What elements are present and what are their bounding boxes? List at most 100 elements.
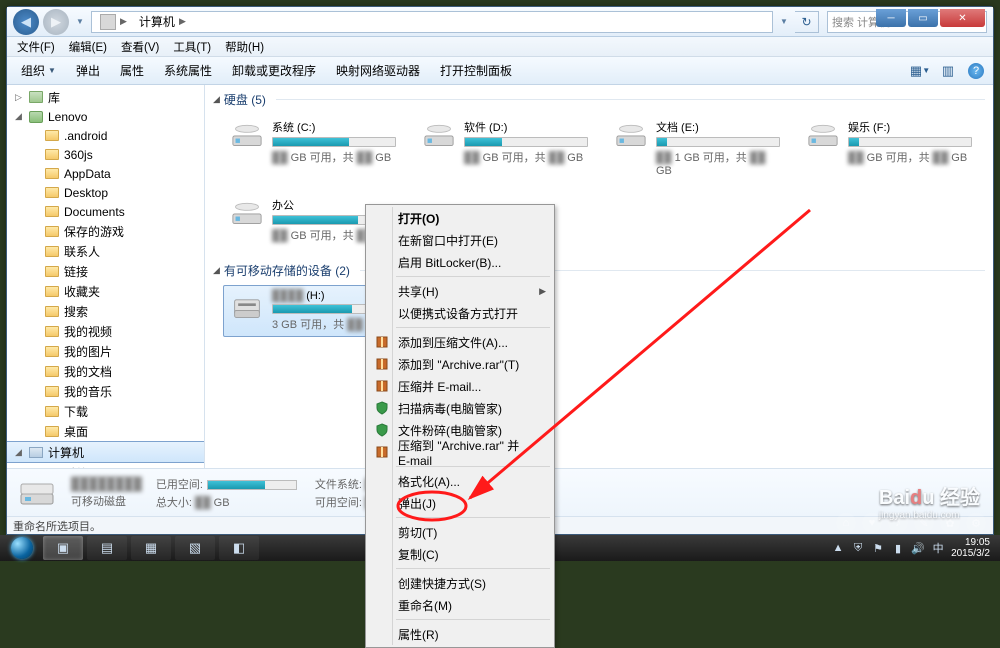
- tree-libraries[interactable]: 库: [48, 89, 60, 106]
- tree-node[interactable]: 我的文档: [7, 361, 204, 381]
- nav-tree[interactable]: ▷库 ◢Lenovo .android360jsAppDataDesktopDo…: [7, 85, 205, 468]
- tray-ime-icon[interactable]: 中: [931, 541, 945, 555]
- taskbar-item[interactable]: ▣: [43, 536, 83, 560]
- folder-icon: [45, 286, 59, 297]
- folder-icon: [45, 426, 59, 437]
- tray-network-icon[interactable]: ▮: [891, 541, 905, 555]
- breadcrumb[interactable]: ▶ 计算机 ▶: [91, 11, 773, 33]
- folder-icon: [45, 149, 59, 160]
- tree-node[interactable]: 我的视频: [7, 321, 204, 341]
- folder-icon: [45, 206, 59, 217]
- folder-icon: [45, 306, 59, 317]
- sysprops-button[interactable]: 系统属性: [156, 59, 220, 82]
- context-menu-item[interactable]: 属性(R): [368, 623, 552, 645]
- context-menu-item[interactable]: 扫描病毒(电脑管家): [368, 397, 552, 419]
- organize-button[interactable]: 组织▼: [13, 59, 64, 82]
- context-menu-item[interactable]: 以便携式设备方式打开: [368, 302, 552, 324]
- close-button[interactable]: ✕: [940, 9, 985, 27]
- folder-icon: [45, 386, 59, 397]
- tree-node[interactable]: AppData: [7, 164, 204, 183]
- tree-node[interactable]: 联系人: [7, 241, 204, 261]
- breadcrumb-dropdown[interactable]: ▼: [777, 12, 791, 32]
- start-button[interactable]: [4, 535, 40, 561]
- tray-volume-icon[interactable]: 🔊: [911, 541, 925, 555]
- history-dropdown[interactable]: ▼: [73, 12, 87, 32]
- context-menu-item[interactable]: 添加到压缩文件(A)...: [368, 331, 552, 353]
- tree-node[interactable]: 链接: [7, 261, 204, 281]
- menu-tools[interactable]: 工具(T): [167, 37, 217, 57]
- folder-icon: [45, 406, 59, 417]
- context-menu-item[interactable]: 共享(H)▶: [368, 280, 552, 302]
- tree-node[interactable]: 收藏夹: [7, 281, 204, 301]
- maximize-button[interactable]: ▭: [908, 9, 938, 27]
- menu-view[interactable]: 查看(V): [115, 37, 165, 57]
- drive-icon: [420, 119, 458, 151]
- context-menu-item[interactable]: 启用 BitLocker(B)...: [368, 251, 552, 273]
- folder-icon: [45, 187, 59, 198]
- group-hdd[interactable]: ◢硬盘 (5): [205, 85, 993, 112]
- system-tray: ▲ ⛨ ⚑ ▮ 🔊 中 19:052015/3/2: [831, 537, 996, 559]
- tree-lenovo[interactable]: Lenovo: [48, 110, 87, 124]
- tray-shield-icon[interactable]: ⛨: [851, 541, 865, 555]
- menu-help[interactable]: 帮助(H): [219, 37, 270, 57]
- preview-pane-button[interactable]: ▥: [937, 60, 959, 82]
- menu-edit[interactable]: 编辑(E): [63, 37, 113, 57]
- tray-flag-icon[interactable]: ⚑: [871, 541, 885, 555]
- tray-up-icon[interactable]: ▲: [831, 541, 845, 555]
- ctrlpanel-button[interactable]: 打开控制面板: [432, 59, 520, 82]
- tree-node[interactable]: 桌面: [7, 421, 204, 441]
- back-button[interactable]: ◀: [13, 9, 39, 35]
- properties-button[interactable]: 属性: [112, 59, 152, 82]
- tree-node[interactable]: Desktop: [7, 183, 204, 202]
- group-removable[interactable]: ◢有可移动存储的设备 (2): [205, 256, 993, 283]
- view-mode-button[interactable]: ▦▼: [909, 60, 931, 82]
- eject-button[interactable]: 弹出: [68, 59, 108, 82]
- context-menu-item[interactable]: 压缩到 "Archive.rar" 并 E-mail: [368, 441, 552, 463]
- drive-item[interactable]: 软件 (D:)██ GB 可用，共 ██ GB: [415, 114, 593, 182]
- context-menu-item[interactable]: 在新窗口中打开(E): [368, 229, 552, 251]
- minimize-button[interactable]: ─: [876, 9, 906, 27]
- drive-item[interactable]: 系统 (C:)██ GB 可用，共 ██ GB: [223, 114, 401, 182]
- mapdrive-button[interactable]: 映射网络驱动器: [328, 59, 428, 82]
- taskbar-item[interactable]: ◧: [219, 536, 259, 560]
- tree-computer[interactable]: 计算机: [48, 444, 84, 461]
- context-menu-item[interactable]: 添加到 "Archive.rar"(T): [368, 353, 552, 375]
- archive-icon: [374, 356, 390, 372]
- context-menu-item[interactable]: 重命名(M): [368, 594, 552, 616]
- tree-node[interactable]: 保存的游戏: [7, 221, 204, 241]
- context-menu-item[interactable]: 复制(C): [368, 543, 552, 565]
- context-menu-item[interactable]: 格式化(A)...: [368, 470, 552, 492]
- tree-node[interactable]: .android: [7, 126, 204, 145]
- taskbar-item[interactable]: ▤: [87, 536, 127, 560]
- refresh-button[interactable]: ↻: [795, 11, 819, 33]
- shield-icon: [374, 422, 390, 438]
- context-menu-item[interactable]: 创建快捷方式(S): [368, 572, 552, 594]
- forward-button[interactable]: ▶: [43, 9, 69, 35]
- window-controls: ─ ▭ ✕: [876, 9, 985, 27]
- help-button[interactable]: ?: [965, 60, 987, 82]
- user-icon: [29, 111, 43, 123]
- tree-node[interactable]: 搜索: [7, 301, 204, 321]
- drive-icon: [228, 197, 266, 229]
- tree-node[interactable]: 下载: [7, 401, 204, 421]
- drive-item[interactable]: 文档 (E:)██ 1 GB 可用，共 ██ GB: [607, 114, 785, 182]
- drive-item[interactable]: 娱乐 (F:)██ GB 可用，共 ██ GB: [799, 114, 977, 182]
- menu-file[interactable]: 文件(F): [11, 37, 61, 57]
- context-menu-item[interactable]: 打开(O): [368, 207, 552, 229]
- context-menu-item[interactable]: 剪切(T): [368, 521, 552, 543]
- tree-node[interactable]: 360js: [7, 145, 204, 164]
- drive-icon: [612, 119, 650, 151]
- taskbar-item[interactable]: ▦: [131, 536, 171, 560]
- context-menu-item[interactable]: 压缩并 E-mail...: [368, 375, 552, 397]
- tree-node[interactable]: Documents: [7, 202, 204, 221]
- taskbar-item[interactable]: ▧: [175, 536, 215, 560]
- breadcrumb-computer[interactable]: 计算机: [139, 13, 175, 30]
- clock[interactable]: 19:052015/3/2: [951, 537, 990, 559]
- context-menu[interactable]: 打开(O)在新窗口中打开(E)启用 BitLocker(B)... 共享(H)▶以…: [365, 204, 555, 648]
- folder-icon: [45, 168, 59, 179]
- tree-node[interactable]: 我的图片: [7, 341, 204, 361]
- archive-icon: [374, 334, 390, 350]
- context-menu-item[interactable]: 弹出(J): [368, 492, 552, 514]
- tree-node[interactable]: 我的音乐: [7, 381, 204, 401]
- uninstall-button[interactable]: 卸载或更改程序: [224, 59, 324, 82]
